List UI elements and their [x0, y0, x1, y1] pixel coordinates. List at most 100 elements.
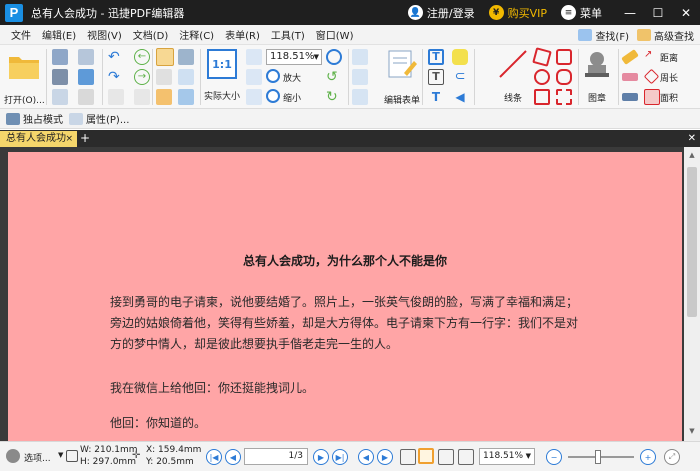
lines-button[interactable]: 线条: [496, 49, 530, 104]
scroll-down-icon[interactable]: ▼: [687, 427, 697, 437]
save-icon[interactable]: [52, 49, 68, 65]
tab-close-icon[interactable]: ×: [65, 131, 73, 147]
next-page-button[interactable]: ▶: [313, 449, 329, 465]
copy-icon[interactable]: [108, 89, 124, 105]
select-area-icon[interactable]: [178, 69, 194, 85]
rotate-left-icon[interactable]: ↺: [326, 69, 342, 85]
email-icon[interactable]: [78, 49, 94, 65]
zoom-in-label[interactable]: 放大: [283, 71, 301, 84]
actual-size-button[interactable]: 1:1 实际大小: [204, 49, 240, 102]
distance-icon[interactable]: ↗: [644, 49, 660, 65]
page-number-input[interactable]: 1/3: [244, 448, 308, 465]
text-tool-icon[interactable]: T: [428, 49, 444, 65]
hand-tool-icon[interactable]: [156, 48, 174, 66]
rotate-right-icon[interactable]: ↻: [326, 89, 342, 105]
menu-window[interactable]: 窗口(W): [316, 27, 354, 42]
edit-form-button[interactable]: 编辑表单: [384, 49, 420, 106]
menu-comment[interactable]: 注释(C): [179, 27, 214, 42]
fit-visible-icon[interactable]: [246, 89, 262, 105]
close-button[interactable]: ✕: [672, 0, 700, 25]
pencil-icon[interactable]: [621, 49, 639, 65]
zoom-out-icon[interactable]: [266, 89, 280, 103]
forward-view-button[interactable]: ▶: [377, 449, 393, 465]
last-page-button[interactable]: ▶|: [332, 449, 348, 465]
gear-icon[interactable]: [6, 449, 20, 463]
snapshot-icon[interactable]: [178, 49, 194, 65]
chevron-down-icon[interactable]: ▼: [58, 451, 63, 459]
zoom-in-icon[interactable]: [266, 69, 280, 83]
undo-icon[interactable]: ↶: [108, 49, 124, 65]
vertical-scrollbar[interactable]: ▲ ▼: [684, 147, 700, 441]
menu-file[interactable]: 文件: [11, 27, 31, 42]
options-button[interactable]: 选项...: [24, 451, 51, 464]
rectangle-icon[interactable]: [534, 89, 550, 105]
polygon-icon[interactable]: [556, 49, 572, 65]
zoom-in-button[interactable]: +: [640, 449, 656, 465]
previous-page-button[interactable]: ◀: [225, 449, 241, 465]
perimeter-label[interactable]: 周长: [660, 71, 678, 84]
print-icon[interactable]: [52, 69, 68, 85]
distance-label[interactable]: 距离: [660, 51, 678, 64]
area-icon[interactable]: [644, 89, 660, 105]
back-icon[interactable]: ←: [134, 49, 150, 65]
pentagon-icon[interactable]: [556, 69, 572, 85]
minimize-button[interactable]: —: [616, 0, 644, 25]
textbox-icon[interactable]: T: [428, 69, 444, 85]
properties-button[interactable]: 属性(P)...: [69, 111, 129, 126]
back-view-button[interactable]: ◀: [358, 449, 374, 465]
cloud-icon[interactable]: [78, 69, 94, 85]
maximize-button[interactable]: ☐: [644, 0, 672, 25]
open-button[interactable]: 打开(O)...: [4, 49, 45, 106]
zoom-slider-thumb[interactable]: [595, 450, 601, 464]
fit-width-icon[interactable]: [246, 69, 262, 85]
attachment-icon[interactable]: ⊂: [452, 69, 468, 85]
eraser-icon[interactable]: [622, 73, 638, 81]
status-zoom-select[interactable]: 118.51% ▼: [479, 448, 535, 465]
zoom-slider-track[interactable]: [568, 456, 634, 458]
zoom-out-label[interactable]: 缩小: [283, 91, 301, 104]
first-page-button[interactable]: |◀: [206, 449, 222, 465]
tab-document[interactable]: 总有人会成功 ×: [0, 131, 77, 147]
select-text-icon[interactable]: [156, 69, 172, 85]
menu-document[interactable]: 文档(D): [133, 27, 169, 42]
buy-vip-button[interactable]: ¥ 购买VIP: [488, 5, 547, 21]
continuous-facing-icon[interactable]: [458, 449, 474, 465]
area-label[interactable]: 面积: [660, 91, 678, 104]
text-field-icon[interactable]: [352, 49, 368, 65]
typewriter-icon[interactable]: T: [428, 89, 444, 105]
image-icon[interactable]: [156, 89, 172, 105]
perimeter-icon[interactable]: [643, 68, 660, 85]
add-tab-icon[interactable]: +: [79, 130, 91, 147]
redo-icon[interactable]: ↷: [108, 69, 124, 85]
facing-page-icon[interactable]: [438, 449, 454, 465]
exclusive-mode-button[interactable]: 独占模式: [6, 111, 63, 126]
continuous-page-icon[interactable]: [418, 448, 434, 464]
advanced-find-button[interactable]: 高级查找: [637, 28, 694, 43]
export-icon[interactable]: [52, 89, 68, 105]
fullscreen-button[interactable]: ⤢: [664, 449, 680, 465]
login-button[interactable]: 👤 注册/登录: [407, 5, 475, 21]
find-button[interactable]: 查找(F): [578, 28, 629, 43]
sound-icon[interactable]: ◀: [452, 89, 468, 105]
fit-page-icon[interactable]: [246, 49, 262, 65]
menu-tools[interactable]: 工具(T): [271, 27, 305, 42]
single-page-icon[interactable]: [400, 449, 416, 465]
ellipse-icon[interactable]: [534, 69, 550, 85]
note-icon[interactable]: [452, 49, 468, 65]
close-document-icon[interactable]: ✕: [688, 130, 696, 147]
zoom-select[interactable]: 118.51% ▼: [266, 49, 322, 65]
list-field-icon[interactable]: [352, 69, 368, 85]
scroll-up-icon[interactable]: ▲: [687, 151, 697, 161]
forward-icon[interactable]: →: [134, 69, 150, 85]
cloud-shape-icon[interactable]: [556, 89, 572, 105]
document-icon[interactable]: [78, 89, 94, 105]
menu-view[interactable]: 视图(V): [87, 27, 122, 42]
menu-edit[interactable]: 编辑(E): [42, 27, 76, 42]
button-field-icon[interactable]: [352, 89, 368, 105]
arrow-icon[interactable]: [532, 47, 552, 67]
menu-form[interactable]: 表单(R): [225, 27, 260, 42]
crop-icon[interactable]: [178, 89, 194, 105]
stamp-button[interactable]: 图章: [582, 49, 612, 104]
scroll-thumb[interactable]: [687, 167, 697, 317]
magnifier-icon[interactable]: [326, 49, 342, 65]
